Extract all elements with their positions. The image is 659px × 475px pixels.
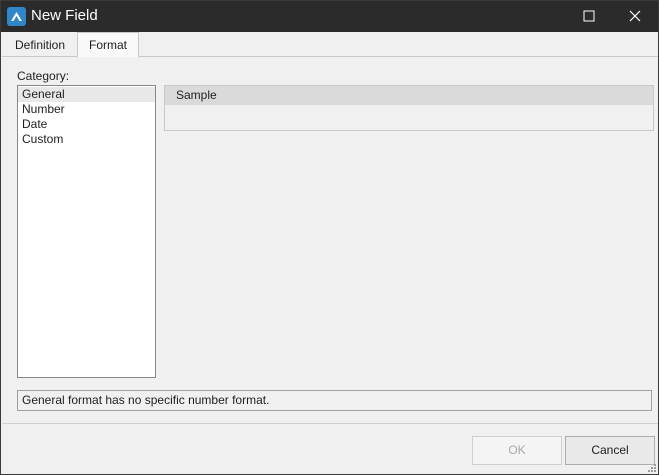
category-item-general[interactable]: General [18,87,155,102]
maximize-icon [583,10,595,22]
sample-header: Sample [165,86,653,105]
app-logo-icon [7,7,26,26]
sample-panel: Sample [164,85,654,131]
category-list[interactable]: General Number Date Custom [17,85,156,378]
tab-format[interactable]: Format [77,32,139,57]
close-icon [629,10,641,22]
category-item-number[interactable]: Number [18,102,155,117]
new-field-dialog: New Field Definition Format Category: Ge… [0,0,659,475]
window-title: New Field [31,7,98,24]
format-description: General format has no specific number fo… [17,390,652,411]
close-button[interactable] [612,1,658,32]
tab-definition[interactable]: Definition [4,34,76,56]
tab-strip: Definition Format [2,32,658,57]
category-label: Category: [17,69,70,83]
title-bar[interactable]: New Field [1,1,658,32]
resize-grip-icon[interactable] [647,463,657,473]
footer-divider [2,423,658,424]
category-item-date[interactable]: Date [18,117,155,132]
cancel-button[interactable]: Cancel [565,436,655,465]
maximize-button[interactable] [566,1,612,32]
category-item-custom[interactable]: Custom [18,132,155,147]
ok-button[interactable]: OK [472,436,562,465]
